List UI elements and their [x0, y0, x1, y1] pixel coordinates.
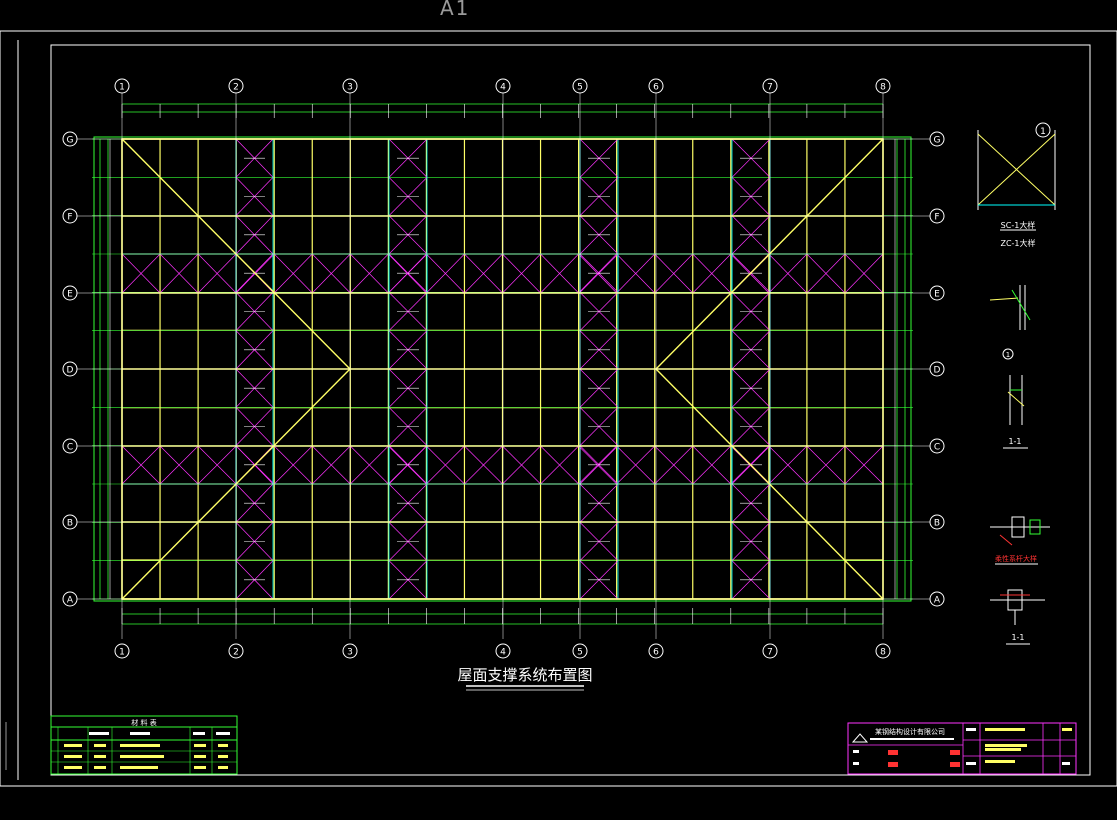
roof-bracing-plan	[92, 103, 913, 625]
axis-label-D: D	[934, 366, 941, 376]
company-logo-icon	[851, 733, 869, 743]
axis-label-G: G	[934, 136, 941, 146]
section-label-1-1-b: 1-1	[1011, 633, 1024, 642]
axis-label-4: 4	[500, 83, 506, 93]
axis-label-G: G	[67, 136, 74, 146]
company-name: 某钢结构设计有限公司	[875, 727, 945, 736]
svg-text:1: 1	[1040, 127, 1046, 137]
axis-label-C: C	[67, 443, 73, 453]
axis-label-6: 6	[653, 83, 659, 93]
axis-label-6: 6	[653, 648, 659, 658]
axis-label-2: 2	[233, 83, 239, 93]
axis-label-E: E	[67, 290, 73, 300]
detail-section-1-1: 1-1	[1003, 375, 1028, 449]
detail-section-1-1-b: 1-1	[990, 589, 1045, 645]
axis-label-7: 7	[767, 648, 773, 658]
axis-label-A: A	[934, 596, 941, 606]
axis-label-5: 5	[577, 83, 583, 93]
detail-title-sc1: SC-1大样	[1001, 220, 1036, 230]
axis-label-8: 8	[880, 83, 886, 93]
detail-sc1: 1 SC-1大样 ZC-1大样	[977, 122, 1056, 248]
section-label-1-1-a: 1-1	[1008, 437, 1021, 446]
axis-label-1: 1	[119, 83, 125, 93]
title-block: 某钢结构设计有限公司	[847, 722, 1077, 775]
axis-label-8: 8	[880, 648, 886, 658]
detail-flexible-tie: 柔性系杆大样	[990, 516, 1050, 565]
axis-label-3: 3	[347, 648, 353, 658]
material-table-title: 材 料 表	[131, 718, 156, 727]
axis-label-A: A	[67, 596, 74, 606]
svg-text:1: 1	[1006, 351, 1010, 359]
axis-label-F: F	[934, 213, 939, 223]
axis-label-F: F	[67, 213, 72, 223]
axis-label-1: 1	[119, 648, 125, 658]
cad-drawing-canvas[interactable]: 1 1 2 2 3 3 4 4 5 5 6 6 7 7 8 8 G G F F E E D D C C B B A A 屋面支撑系统布置图…	[0, 0, 1117, 820]
axis-label-4: 4	[500, 648, 506, 658]
axis-label-C: C	[934, 443, 940, 453]
axis-label-D: D	[67, 366, 74, 376]
detail-node-1: 1	[989, 285, 1031, 360]
detail-title-zc1: ZC-1大样	[1000, 238, 1035, 248]
axis-label-3: 3	[347, 83, 353, 93]
drawing-title: 屋面支撑系统布置图	[457, 666, 592, 684]
axis-label-2: 2	[233, 648, 239, 658]
axis-label-5: 5	[577, 648, 583, 658]
detail-caption-flexible-tie: 柔性系杆大样	[995, 554, 1037, 563]
material-table: 材 料 表	[50, 715, 238, 775]
axis-label-7: 7	[767, 83, 773, 93]
axis-label-B: B	[67, 519, 73, 529]
axis-label-B: B	[934, 519, 940, 529]
axis-label-E: E	[934, 290, 940, 300]
